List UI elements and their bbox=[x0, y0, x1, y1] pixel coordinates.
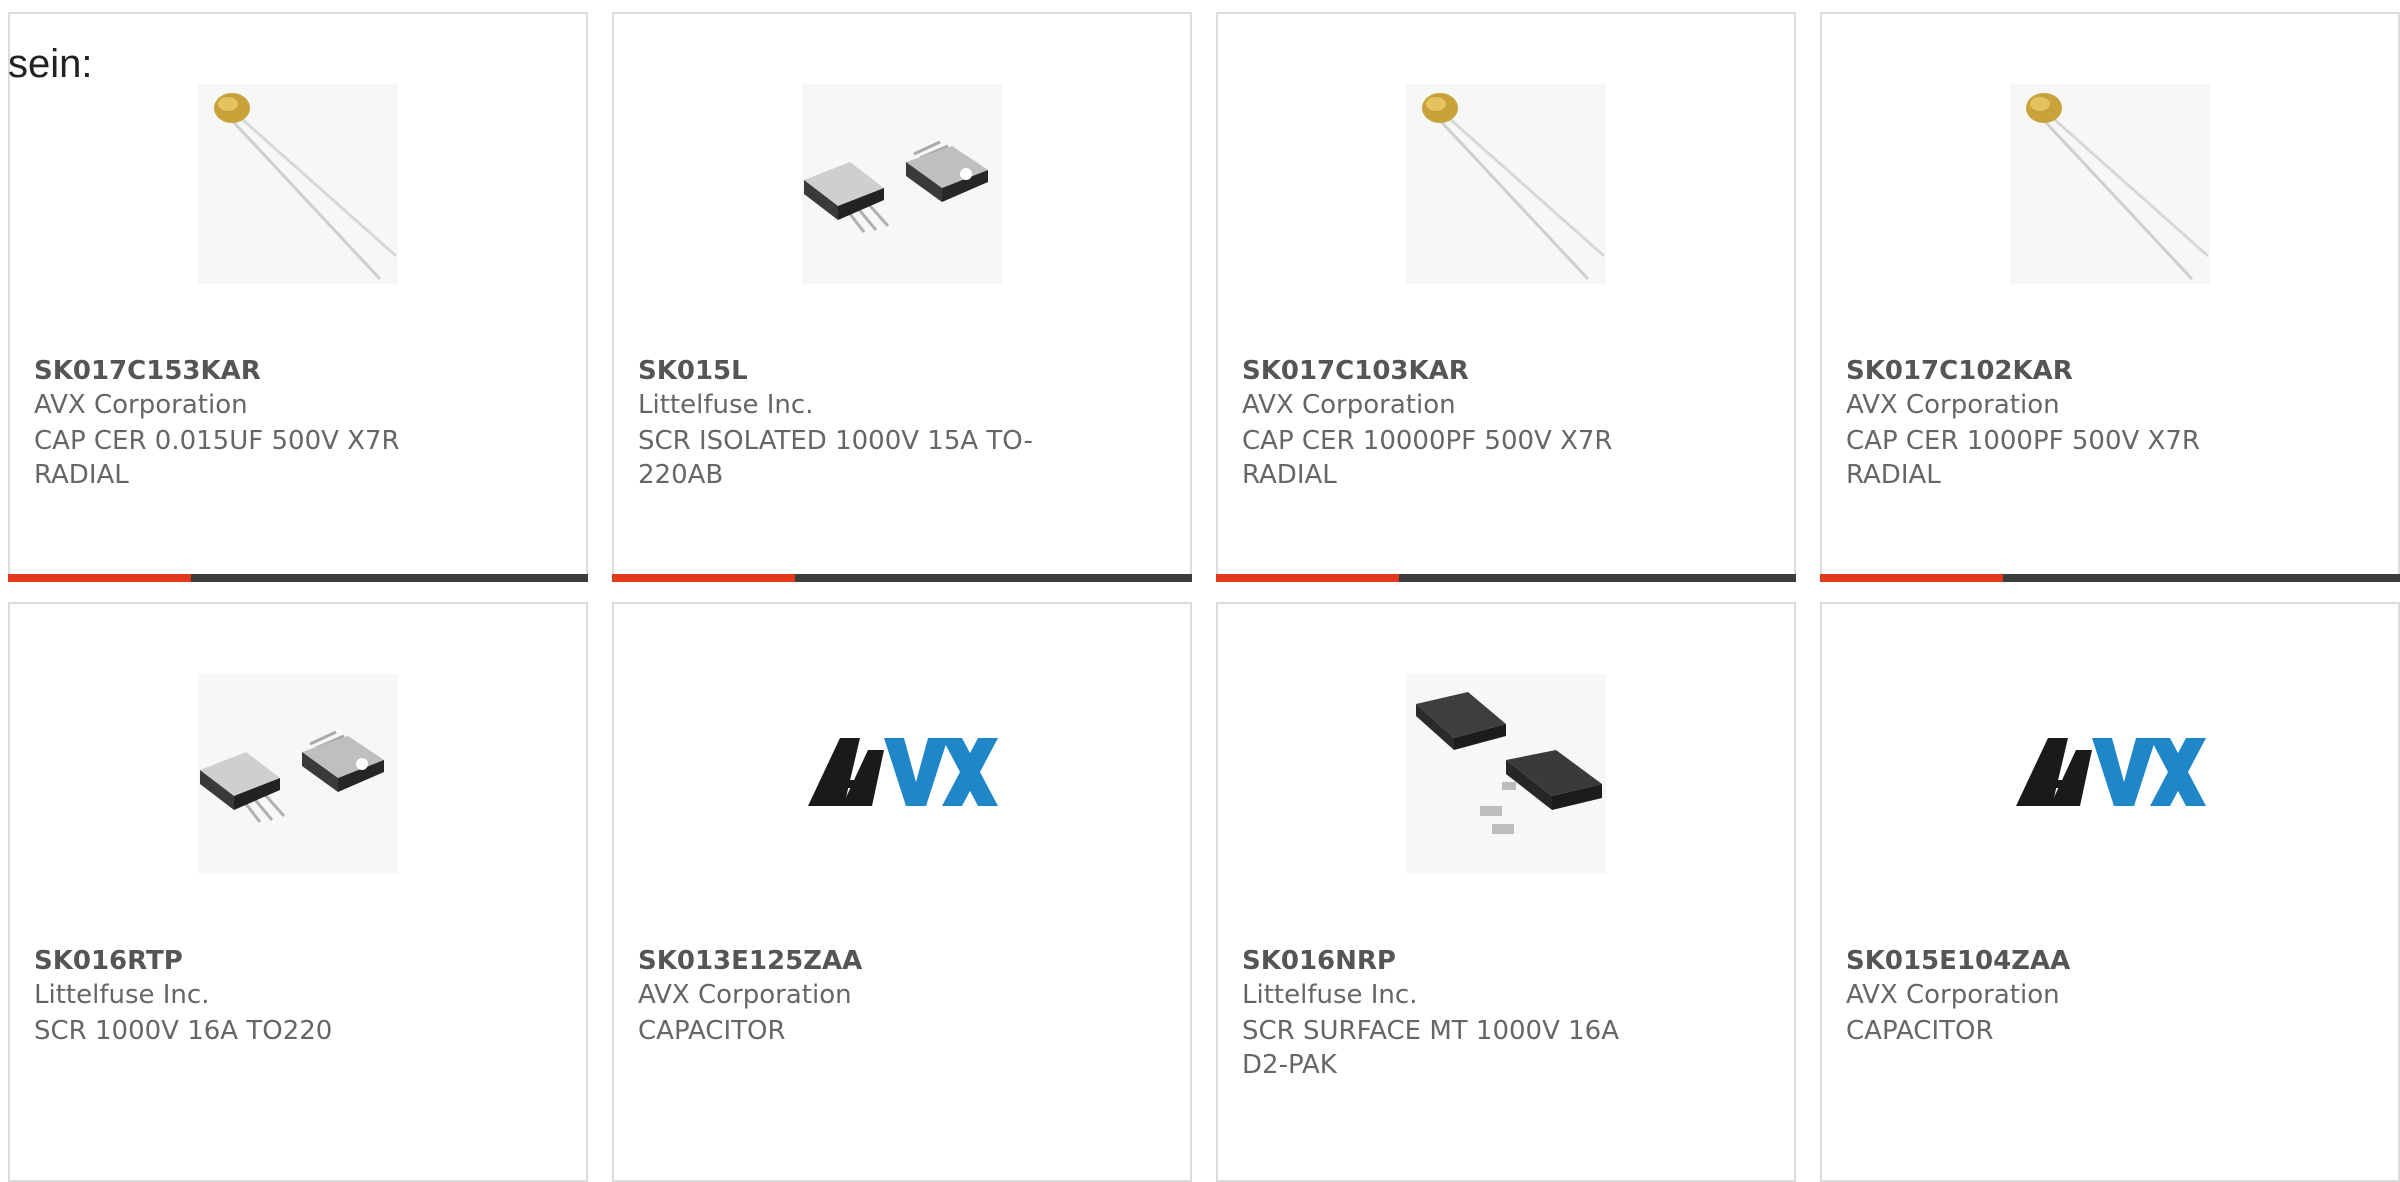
manufacturer-name: Littelfuse Inc. bbox=[34, 980, 210, 1010]
product-description: SCR SURFACE MT 1000V 16A D2-PAK bbox=[1242, 1016, 1619, 1080]
product-description: CAP CER 1000PF 500V X7R RADIAL bbox=[1846, 426, 2200, 490]
product-description: SCR ISOLATED 1000V 15A TO-220AB bbox=[638, 426, 1033, 490]
product-description: SCR 1000V 16A TO220 bbox=[34, 1016, 333, 1046]
product-description: CAPACITOR bbox=[638, 1016, 786, 1046]
radial-capacitor-icon[interactable] bbox=[198, 84, 398, 284]
manufacturer-name: Littelfuse Inc. bbox=[1242, 980, 1418, 1010]
product-description: CAPACITOR bbox=[1846, 1016, 1994, 1046]
radial-capacitor-icon[interactable] bbox=[2010, 84, 2210, 284]
part-number-link[interactable]: SK015L bbox=[638, 356, 748, 386]
card-status-bar bbox=[612, 574, 1192, 582]
manufacturer-name: AVX Corporation bbox=[34, 390, 248, 420]
card-status-bar bbox=[1216, 574, 1796, 582]
to220-transistor-icon[interactable] bbox=[802, 84, 1002, 284]
part-number-link[interactable]: SK013E125ZAA bbox=[638, 946, 862, 976]
product-card[interactable]: SK015L Littelfuse Inc. SCR ISOLATED 1000… bbox=[612, 12, 1192, 582]
part-number-link[interactable]: SK016RTP bbox=[34, 946, 183, 976]
part-number-link[interactable]: SK017C153KAR bbox=[34, 356, 261, 386]
product-card[interactable]: SK016NRP Littelfuse Inc. SCR SURFACE MT … bbox=[1216, 602, 1796, 1182]
to220-transistor-icon[interactable] bbox=[198, 674, 398, 874]
d2pak-package-icon[interactable] bbox=[1406, 674, 1606, 874]
product-card[interactable]: SK016RTP Littelfuse Inc. SCR 1000V 16A T… bbox=[8, 602, 588, 1182]
card-status-bar bbox=[1820, 574, 2400, 582]
intro-text: sein: bbox=[8, 42, 93, 86]
product-grid: SK017C153KAR AVX Corporation CAP CER 0.0… bbox=[0, 0, 2400, 1182]
avx-logo[interactable] bbox=[802, 674, 1002, 874]
avx-logo[interactable] bbox=[2010, 674, 2210, 874]
product-description: CAP CER 0.015UF 500V X7R RADIAL bbox=[34, 426, 400, 490]
part-number-link[interactable]: SK016NRP bbox=[1242, 946, 1396, 976]
product-card[interactable]: SK017C103KAR AVX Corporation CAP CER 100… bbox=[1216, 12, 1796, 582]
product-card[interactable]: SK013E125ZAA AVX Corporation CAPACITOR bbox=[612, 602, 1192, 1182]
product-card[interactable]: SK015E104ZAA AVX Corporation CAPACITOR bbox=[1820, 602, 2400, 1182]
product-description: CAP CER 10000PF 500V X7R RADIAL bbox=[1242, 426, 1613, 490]
card-status-bar bbox=[8, 574, 588, 582]
radial-capacitor-icon[interactable] bbox=[1406, 84, 1606, 284]
part-number-link[interactable]: SK017C102KAR bbox=[1846, 356, 2073, 386]
manufacturer-name: AVX Corporation bbox=[1846, 980, 2060, 1010]
product-card[interactable]: SK017C102KAR AVX Corporation CAP CER 100… bbox=[1820, 12, 2400, 582]
part-number-link[interactable]: SK015E104ZAA bbox=[1846, 946, 2070, 976]
manufacturer-name: AVX Corporation bbox=[1242, 390, 1456, 420]
manufacturer-name: AVX Corporation bbox=[1846, 390, 2060, 420]
manufacturer-name: AVX Corporation bbox=[638, 980, 852, 1010]
product-card[interactable]: SK017C153KAR AVX Corporation CAP CER 0.0… bbox=[8, 12, 588, 582]
part-number-link[interactable]: SK017C103KAR bbox=[1242, 356, 1469, 386]
manufacturer-name: Littelfuse Inc. bbox=[638, 390, 814, 420]
